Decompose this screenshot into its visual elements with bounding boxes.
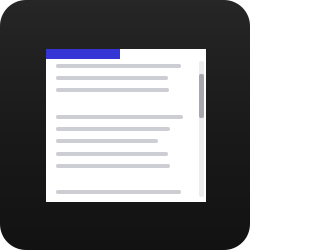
scrollbar-thumb[interactable] bbox=[199, 74, 204, 118]
text-line-placeholder bbox=[56, 115, 183, 119]
document-page bbox=[46, 49, 206, 202]
text-line-placeholder bbox=[56, 88, 169, 92]
text-line-placeholder bbox=[56, 164, 170, 168]
text-line-placeholder bbox=[56, 190, 181, 194]
text-line-placeholder bbox=[56, 76, 168, 80]
reading-progress-fill bbox=[46, 49, 120, 59]
reading-progress-bar bbox=[46, 49, 206, 59]
text-line-placeholder bbox=[56, 152, 168, 156]
text-line-placeholder bbox=[56, 127, 170, 131]
app-icon[interactable] bbox=[0, 0, 250, 250]
text-line-placeholder bbox=[56, 139, 158, 143]
text-line-placeholder bbox=[56, 64, 181, 68]
scrollbar[interactable] bbox=[199, 61, 204, 197]
